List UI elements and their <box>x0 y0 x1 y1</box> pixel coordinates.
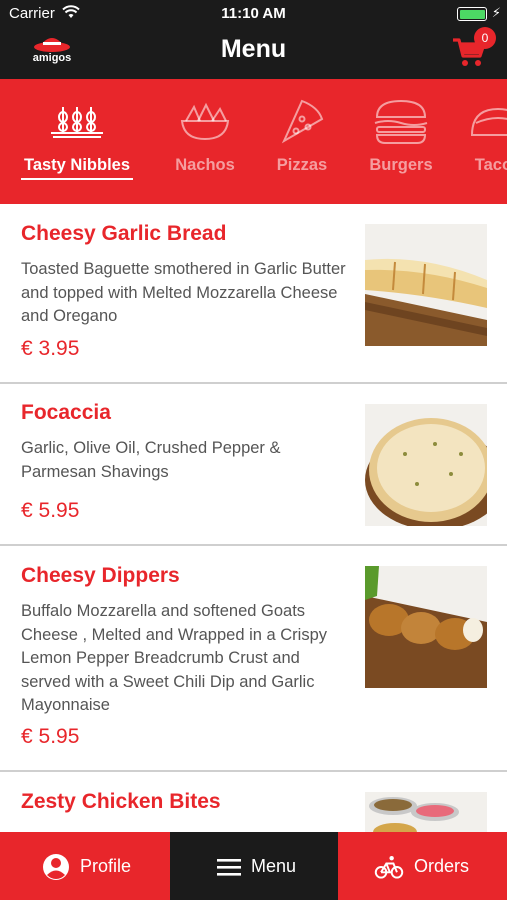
item-description: Toasted Baguette smothered in Garlic But… <box>21 260 346 325</box>
nachos-bowl-icon <box>180 102 230 141</box>
bottom-tab-bar: Profile Menu Orders <box>0 832 507 900</box>
category-label: Burgers <box>369 156 433 174</box>
page-title: Menu <box>220 35 287 63</box>
item-price: € 5.95 <box>21 499 80 522</box>
menu-item[interactable]: Cheesy Garlic Bread Toasted Baguette smo… <box>0 204 507 384</box>
category-tab-tacos[interactable]: Tacos <box>466 79 507 204</box>
cart-count-badge: 0 <box>474 27 496 49</box>
tab-menu[interactable]: Menu <box>170 832 338 900</box>
category-label: Pizzas <box>276 156 328 174</box>
item-description: Garlic, Olive Oil, Crushed Pepper & Parm… <box>21 439 281 481</box>
category-label: Tacos <box>474 156 507 174</box>
taco-icon <box>470 107 507 136</box>
menu-item[interactable]: Focaccia Garlic, Olive Oil, Crushed Pepp… <box>0 384 507 546</box>
focaccia-photo <box>365 404 487 526</box>
tab-profile[interactable]: Profile <box>0 832 170 900</box>
pizza-slice-icon <box>281 99 324 144</box>
category-tab-tasty-nibbles[interactable]: Tasty Nibbles <box>21 79 133 204</box>
tab-label: Orders <box>414 856 470 876</box>
menu-item-list[interactable]: Cheesy Garlic Bread Toasted Baguette smo… <box>0 204 507 832</box>
chicken-bites-photo <box>365 792 487 832</box>
item-name: Cheesy Garlic Bread <box>21 222 227 245</box>
menu-item[interactable]: Cheesy Dippers Buffalo Mozzarella and so… <box>0 546 507 772</box>
active-category-underline <box>21 178 133 180</box>
status-time: 11:10 AM <box>221 5 286 22</box>
item-price: € 3.95 <box>21 337 80 360</box>
garlic-bread-photo <box>365 224 487 346</box>
burger-icon <box>374 99 428 144</box>
category-label: Nachos <box>175 156 235 174</box>
status-bar: Carrier 11:10 AM ⚡ <box>0 0 507 28</box>
battery-icon <box>457 7 487 21</box>
category-label: Tasty Nibbles <box>23 156 131 174</box>
person-icon <box>43 854 69 880</box>
menu-item[interactable]: Zesty Chicken Bites <box>0 772 507 832</box>
cheesy-dippers-photo <box>365 566 487 688</box>
item-name: Cheesy Dippers <box>21 564 180 587</box>
hamburger-menu-icon <box>217 859 241 876</box>
item-name: Focaccia <box>21 401 111 424</box>
bicycle-icon <box>374 855 404 879</box>
category-bar: Tasty Nibbles Nachos Pizzas Burgers Tac <box>0 79 507 204</box>
tab-label: Profile <box>80 856 132 876</box>
item-name: Zesty Chicken Bites <box>21 790 221 813</box>
tab-label: Menu <box>251 856 297 876</box>
skewers-icon <box>51 107 103 138</box>
item-description: Buffalo Mozzarella and softened Goats Ch… <box>21 602 328 714</box>
category-tab-nachos[interactable]: Nachos <box>164 79 246 204</box>
category-tab-burgers[interactable]: Burgers <box>362 79 440 204</box>
tab-orders[interactable]: Orders <box>338 832 507 900</box>
category-tab-pizzas[interactable]: Pizzas <box>268 79 336 204</box>
item-price: € 5.95 <box>21 725 80 748</box>
charging-icon: ⚡ <box>491 5 501 20</box>
app-header: Carrier 11:10 AM ⚡ amigos Menu 0 <box>0 0 507 79</box>
